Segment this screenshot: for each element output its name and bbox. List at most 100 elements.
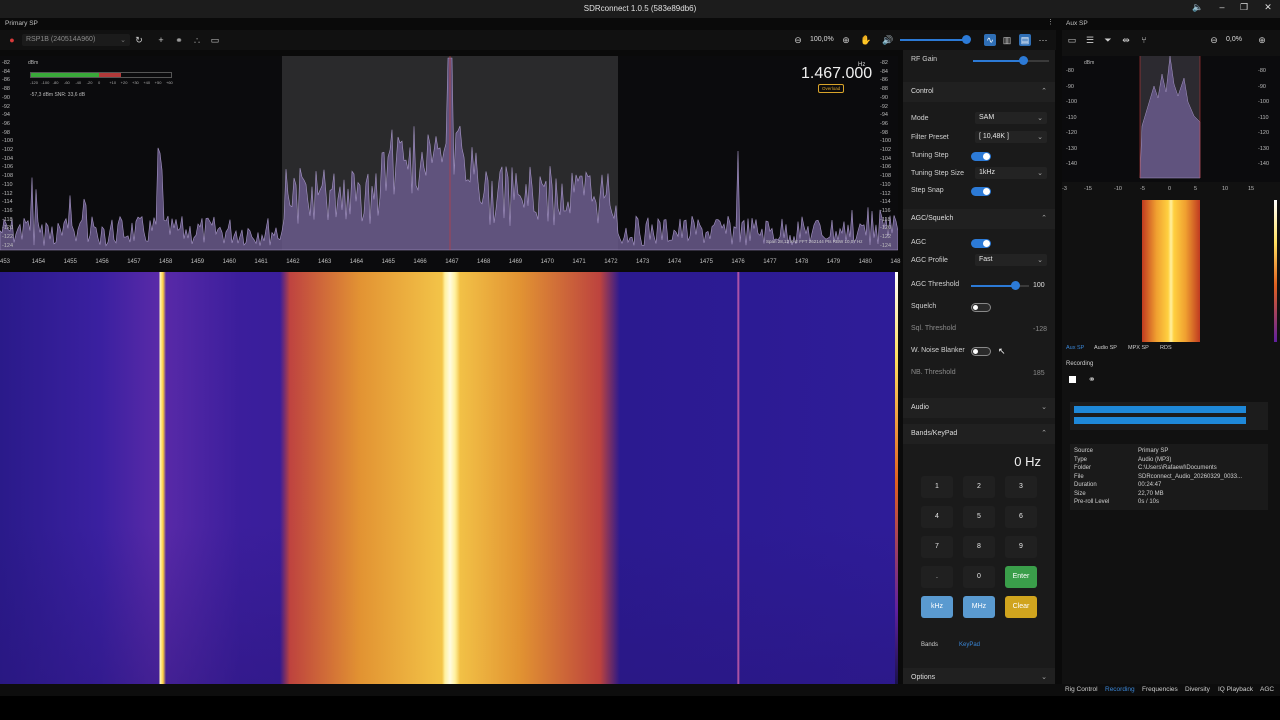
tuning-step-toggle[interactable] — [971, 152, 991, 161]
zoom-out-icon[interactable]: ⊖ — [792, 34, 804, 46]
aux-tabs: Aux SP Audio SP MPX SP RDS — [1062, 345, 1280, 355]
keypad-key[interactable]: 5 — [963, 506, 995, 528]
aux-waterfall[interactable] — [1142, 200, 1200, 342]
network-icon[interactable]: ⛬ — [191, 34, 203, 46]
keypad-tab[interactable]: KeyPad — [959, 642, 980, 648]
rf-gain-slider[interactable] — [973, 56, 1049, 65]
device-select[interactable]: RSP1B (240514A960) ⌄ — [22, 34, 130, 46]
keypad-key[interactable]: 8 — [963, 536, 995, 558]
status-tab[interactable]: IQ Playback — [1218, 686, 1253, 693]
more-icon[interactable]: ⋯ — [1037, 34, 1049, 46]
panel-menu-icon[interactable]: ⋮ — [1047, 18, 1054, 26]
step-snap-toggle[interactable] — [971, 187, 991, 196]
aux-spectrum-trace — [1139, 56, 1201, 179]
mode-select[interactable]: SAM ⌄ — [975, 112, 1047, 124]
aux-db-tick-label: -140 — [1258, 161, 1270, 167]
volume-slider[interactable] — [900, 35, 971, 44]
minimize-icon[interactable]: – — [1214, 2, 1230, 16]
db-tick-label: -82 — [2, 60, 10, 66]
tuning-step-size-select[interactable]: 1kHz ⌄ — [975, 167, 1047, 179]
span-icon[interactable]: ⇹ — [1120, 34, 1132, 46]
keypad-key[interactable]: 0 — [963, 566, 995, 588]
sound-icon[interactable]: 🔈 — [1190, 2, 1206, 16]
audio-section-header[interactable]: Audio ⌄ — [903, 398, 1055, 418]
mhz-button[interactable]: MHz — [963, 596, 995, 618]
link-icon[interactable]: ⚭ — [173, 34, 185, 46]
settings-sliders-icon[interactable]: ☰ — [1084, 34, 1096, 46]
tuning-step-label: Tuning Step — [911, 152, 949, 159]
clear-button[interactable]: Clear — [1005, 596, 1037, 618]
signal-meter-fill — [31, 73, 99, 77]
refresh-icon[interactable]: ↻ — [133, 34, 145, 46]
keypad-key[interactable]: 6 — [1005, 506, 1037, 528]
zoom-in-icon[interactable]: ⊕ — [1256, 34, 1268, 46]
display-icon[interactable]: ▭ — [209, 34, 221, 46]
keypad-key[interactable]: 7 — [921, 536, 953, 558]
waveform-icon[interactable]: ∿ — [984, 34, 996, 46]
freq-tick-label: 1468 — [477, 259, 491, 265]
noise-blanker-toggle[interactable] — [971, 347, 991, 356]
status-tab[interactable]: AGC — [1260, 686, 1274, 693]
aux-x-tick-label: 10 — [1222, 186, 1229, 192]
frequency-readout[interactable]: 1.467.000 Hz — [768, 62, 878, 84]
control-section-header[interactable]: Control ⌃ — [903, 82, 1055, 102]
keypad-key[interactable]: 3 — [1005, 476, 1037, 498]
primary-toolbar: ● RSP1B (240514A960) ⌄ ↻ + ⚭ ⛬ ▭ ⊖ 100,0… — [0, 30, 1056, 50]
link-icon[interactable]: ⚭ — [1088, 374, 1096, 385]
restore-icon[interactable]: ❐ — [1236, 2, 1252, 16]
aux-tab[interactable]: Aux SP — [1066, 345, 1084, 351]
status-tab[interactable]: Recording — [1105, 686, 1135, 693]
meter-scale: -120 -100 -80 -60 -40 -20 0 +10 +20 +30 +40 +50 +60 — [30, 80, 173, 86]
filter-preset-value: [ 10,48K ] — [979, 133, 1009, 140]
spectrum-trace — [0, 57, 898, 251]
chart-icon[interactable]: ▥ — [1001, 34, 1013, 46]
keypad-key[interactable]: 1 — [921, 476, 953, 498]
aux-tab[interactable]: RDS — [1160, 345, 1172, 351]
keypad-key[interactable]: . — [921, 566, 953, 588]
stop-icon[interactable] — [1069, 376, 1076, 383]
meter-scale-label: -100 — [41, 80, 50, 85]
agc-squelch-section-header[interactable]: AGC/Squelch ⌃ — [903, 209, 1055, 229]
bands-tab[interactable]: Bands — [921, 642, 938, 648]
freq-tick-label: 1465 — [381, 259, 395, 265]
status-tab[interactable]: Rig Control — [1065, 686, 1098, 693]
display-icon[interactable]: ▭ — [1066, 34, 1078, 46]
spectrum-display[interactable]: -82 -84 -86 -88 -90 -92 -94 -96 -98 -100 -102 -104-… — [0, 56, 898, 256]
status-tab[interactable]: Frequencies — [1142, 686, 1178, 693]
agc-threshold-slider[interactable] — [971, 281, 1029, 290]
hand-icon[interactable]: ✋ — [860, 34, 872, 46]
enter-button[interactable]: Enter — [1005, 566, 1037, 588]
freq-tick-label: 1471 — [572, 259, 586, 265]
volume-icon[interactable]: 🔊 — [882, 34, 894, 46]
meter-scale-label: +10 — [109, 80, 117, 85]
db-tick-label: -116 — [880, 207, 891, 214]
bands-keypad-section-header[interactable]: Bands/KeyPad ⌃ — [903, 424, 1055, 444]
record-icon[interactable]: ● — [6, 34, 18, 46]
waterfall-display[interactable] — [0, 272, 898, 694]
status-tab[interactable]: Diversity — [1185, 686, 1210, 693]
layout-icon[interactable]: ▤ — [1019, 34, 1031, 46]
freq-tick-label: 1458 — [159, 259, 173, 265]
agc-profile-select[interactable]: Fast ⌄ — [975, 254, 1047, 266]
agc-toggle[interactable] — [971, 239, 991, 248]
aux-tab[interactable]: MPX SP — [1128, 345, 1149, 351]
keypad-key[interactable]: 9 — [1005, 536, 1037, 558]
keypad-key[interactable]: 2 — [963, 476, 995, 498]
zoom-in-icon[interactable]: ⊕ — [840, 34, 852, 46]
fork-icon[interactable]: ⑂ — [1138, 34, 1150, 46]
filter-icon[interactable]: ⏷ — [1102, 34, 1114, 46]
db-tick-label: -116 — [2, 207, 13, 214]
aux-db-tick-label: -100 — [1258, 99, 1270, 105]
aux-tab[interactable]: Audio SP — [1094, 345, 1117, 351]
sql-threshold-label: Sql. Threshold — [911, 325, 957, 332]
filter-preset-select[interactable]: [ 10,48K ] ⌄ — [975, 131, 1047, 143]
zoom-out-icon[interactable]: ⊖ — [1208, 34, 1220, 46]
freq-tick-label: 1462 — [286, 259, 300, 265]
aux-spectrum[interactable]: dBm -80 -90 -100 -110 -120 -130 -140 -80 -90 -10… — [1062, 56, 1280, 182]
squelch-toggle[interactable] — [971, 303, 991, 312]
keypad-key[interactable]: 4 — [921, 506, 953, 528]
frequency-axis[interactable]: 453 1454 1455 1456 1457 1458 1459 1460 1461 1462 1… — [0, 256, 900, 270]
add-icon[interactable]: + — [155, 34, 167, 46]
close-icon[interactable]: ✕ — [1260, 2, 1276, 16]
khz-button[interactable]: kHz — [921, 596, 953, 618]
